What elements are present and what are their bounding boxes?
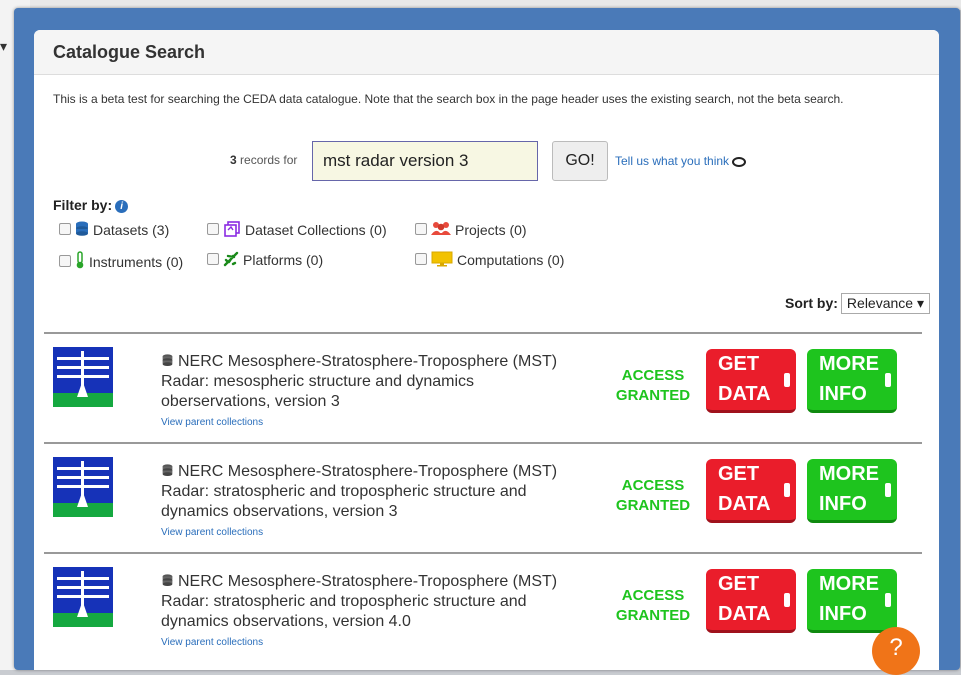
sort-select[interactable]: Relevance ▾ [840,293,930,314]
catalogue-search-panel: Catalogue Search This is a beta test for… [34,30,939,670]
filter-projects[interactable]: Projects (0) [415,221,527,238]
checkbox[interactable] [207,253,219,265]
records-for-label: records for [240,153,298,167]
records-count: 3 records for [230,153,297,167]
checkbox[interactable] [59,255,71,267]
filter-by-label: Filter by: i [53,197,129,213]
airplane-icon [223,251,239,267]
more-info-button[interactable]: MORE INFO [807,459,897,523]
result-title[interactable]: NERC Mesosphere-Stratosphere-Troposphere… [161,573,557,630]
access-granted-badge: ACCESS GRANTED [610,366,696,406]
database-icon [76,221,88,236]
access-granted-badge: ACCESS GRANTED [610,476,696,516]
arrow-icon [784,373,790,387]
feedback-link[interactable]: Tell us what you think [615,154,747,168]
filter-label: Datasets (3) [93,222,170,238]
get-data-button[interactable]: GET DATA [706,349,796,413]
granted-line: GRANTED [615,607,691,624]
checkbox[interactable] [207,223,219,235]
feedback-link-label[interactable]: Tell us what you think [615,154,729,168]
search-input[interactable]: mst radar version 3 [312,141,538,181]
get-data-button[interactable]: GET DATA [706,569,796,633]
result-row: NERC Mesosphere-Stratosphere-Troposphere… [44,442,922,554]
sort-control: Sort by: Relevance ▾ [785,293,930,314]
people-icon [431,222,451,235]
more-info-button[interactable]: MORE INFO [807,569,897,633]
result-row: NERC Mesosphere-Stratosphere-Troposphere… [44,332,922,444]
view-parent-collections-link[interactable]: View parent collections [161,637,263,648]
thermometer-icon [76,251,84,269]
intro-text: This is a beta test for searching the CE… [53,92,844,106]
filter-label: Projects (0) [455,222,527,238]
help-button[interactable]: ? [872,627,920,675]
result-title[interactable]: NERC Mesosphere-Stratosphere-Troposphere… [161,353,557,410]
access-line: ACCESS [621,587,685,604]
result-title-link[interactable]: NERC Mesosphere-Stratosphere-Troposphere… [161,572,581,632]
collections-icon [224,221,240,237]
arrow-icon [784,593,790,607]
filter-instruments[interactable]: Instruments (0) [59,251,183,270]
filter-label: Computations (0) [457,252,565,268]
filter-by-text: Filter by: [53,197,113,213]
monitor-icon [431,251,453,267]
filter-label: Dataset Collections (0) [245,222,387,238]
filter-label: Platforms (0) [243,252,324,268]
filter-datasets[interactable]: Datasets (3) [59,221,169,238]
access-line: ACCESS [621,477,685,494]
arrow-icon [885,593,891,607]
filter-platforms[interactable]: Platforms (0) [207,251,323,268]
filter-dataset-collections[interactable]: Dataset Collections (0) [207,221,387,238]
chat-bubble-icon [732,157,747,167]
info-icon[interactable]: i [115,200,129,213]
database-icon [162,354,173,367]
arrow-icon [784,483,790,497]
view-parent-collections-link[interactable]: View parent collections [161,417,263,428]
radar-thumbnail [53,347,113,407]
filter-label: Instruments (0) [89,254,184,270]
radar-thumbnail [53,567,113,627]
database-icon [162,574,173,587]
more-info-button[interactable]: MORE INFO [807,349,897,413]
access-line: ACCESS [621,367,685,384]
database-icon [162,464,173,477]
access-granted-badge: ACCESS GRANTED [610,586,696,626]
chevron-down-icon: ▾ [0,38,8,54]
sort-label: Sort by: [785,295,838,311]
arrow-icon [885,373,891,387]
panel-title: Catalogue Search [53,42,206,62]
result-row: NERC Mesosphere-Stratosphere-Troposphere… [44,552,922,664]
checkbox[interactable] [415,223,427,235]
result-title-link[interactable]: NERC Mesosphere-Stratosphere-Troposphere… [161,352,581,412]
checkbox[interactable] [59,223,71,235]
get-data-button[interactable]: GET DATA [706,459,796,523]
granted-line: GRANTED [615,497,691,514]
view-parent-collections-link[interactable]: View parent collections [161,527,263,538]
filter-computations[interactable]: Computations (0) [415,251,564,268]
checkbox[interactable] [415,253,427,265]
result-title-link[interactable]: NERC Mesosphere-Stratosphere-Troposphere… [161,462,581,522]
radar-thumbnail [53,457,113,517]
result-title[interactable]: NERC Mesosphere-Stratosphere-Troposphere… [161,463,557,520]
go-button[interactable]: GO! [552,141,608,181]
arrow-icon [885,483,891,497]
record-count-number: 3 [230,153,237,167]
granted-line: GRANTED [615,387,691,404]
